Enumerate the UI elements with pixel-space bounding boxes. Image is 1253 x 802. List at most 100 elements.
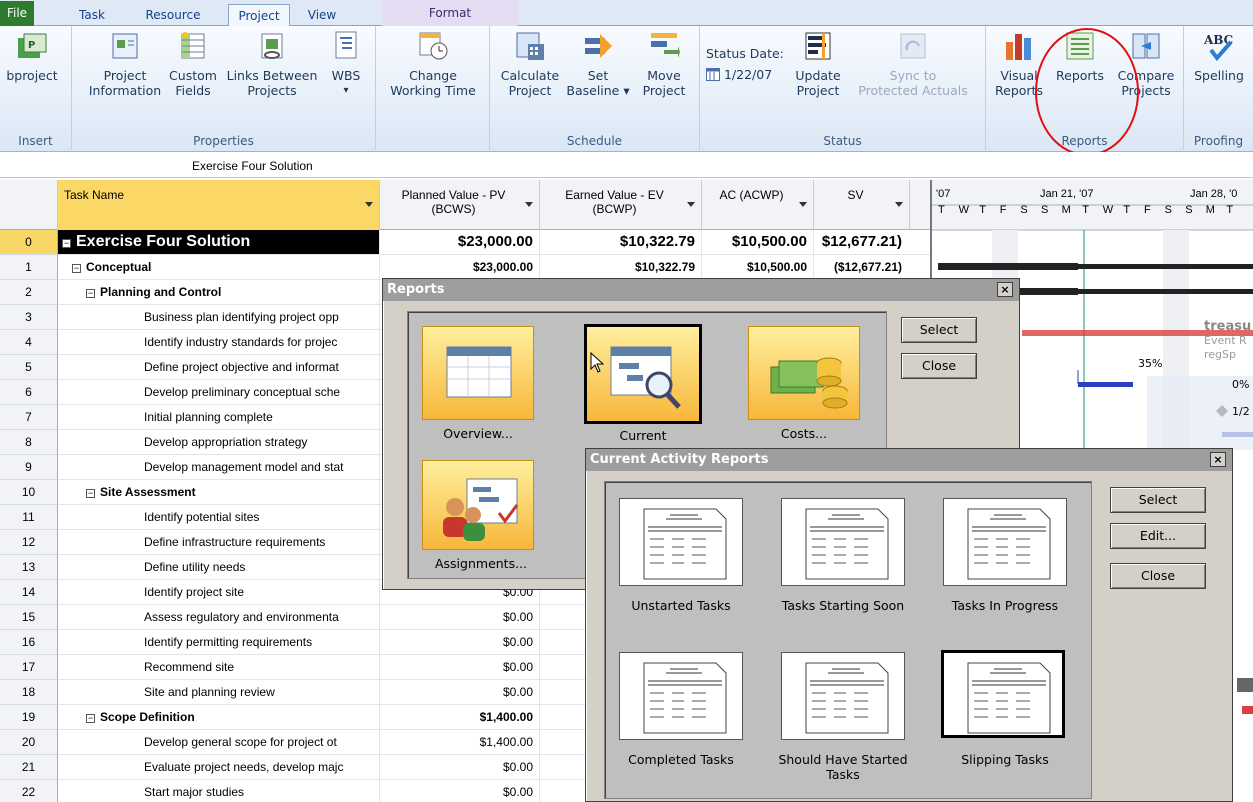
row-number[interactable]: 0: [0, 230, 58, 255]
task-name-cell[interactable]: Define infrastructure requirements: [58, 530, 380, 554]
row-number[interactable]: 5: [0, 355, 58, 380]
tab-view[interactable]: View: [298, 4, 346, 26]
row-number[interactable]: 11: [0, 505, 58, 530]
task-name-cell[interactable]: Define utility needs: [58, 555, 380, 579]
pv-cell[interactable]: $0.00: [380, 630, 540, 654]
task-name-cell[interactable]: Evaluate project needs, develop majc: [58, 755, 380, 779]
column-schedule-variance[interactable]: SV: [814, 180, 910, 230]
row-number[interactable]: 10: [0, 480, 58, 505]
report-tile-completed-tasks[interactable]: [619, 652, 743, 740]
select-all-corner[interactable]: [0, 180, 58, 230]
report-tile-tasks-starting-soon[interactable]: [781, 498, 905, 586]
filter-dropdown-icon[interactable]: [687, 202, 695, 207]
row-number[interactable]: 14: [0, 580, 58, 605]
current-close-button[interactable]: Close: [1110, 563, 1206, 589]
ac-cell[interactable]: $10,500.00: [702, 255, 814, 279]
row-number[interactable]: 8: [0, 430, 58, 455]
ev-cell[interactable]: $10,322.79: [540, 255, 702, 279]
set-baseline-button[interactable]: Set Baseline ▾: [566, 30, 630, 98]
report-tile-should-have-started-tasks[interactable]: [781, 652, 905, 740]
task-name-cell[interactable]: Define project objective and informat: [58, 355, 380, 379]
row-number[interactable]: 19: [0, 705, 58, 730]
task-name-cell[interactable]: Identify industry standards for projec: [58, 330, 380, 354]
task-name-cell[interactable]: Initial planning complete: [58, 405, 380, 429]
column-earned-value[interactable]: Earned Value - EV (BCWP): [540, 180, 702, 230]
wbs-button[interactable]: WBS ▾: [326, 30, 366, 98]
row-number[interactable]: 18: [0, 680, 58, 705]
collapse-icon[interactable]: −: [72, 264, 81, 273]
tab-resource[interactable]: Resource: [136, 4, 210, 26]
filter-dropdown-icon[interactable]: [365, 202, 373, 207]
calculate-project-button[interactable]: Calculate Project: [498, 30, 562, 98]
task-name-cell[interactable]: Business plan identifying project opp: [58, 305, 380, 329]
row-number[interactable]: 7: [0, 405, 58, 430]
tab-format[interactable]: Format: [382, 0, 518, 26]
reports-dialog-close-icon[interactable]: ×: [997, 282, 1013, 297]
current-edit-button[interactable]: Edit...: [1110, 523, 1206, 549]
pv-cell[interactable]: $1,400.00: [380, 730, 540, 754]
row-number[interactable]: 3: [0, 305, 58, 330]
filter-dropdown-icon[interactable]: [525, 202, 533, 207]
row-number[interactable]: 17: [0, 655, 58, 680]
current-activity-close-icon[interactable]: ×: [1210, 452, 1226, 467]
collapse-icon[interactable]: −: [86, 489, 95, 498]
reports-close-button[interactable]: Close: [901, 353, 977, 379]
pv-cell[interactable]: $1,400.00: [380, 705, 540, 729]
pv-cell[interactable]: $23,000.00: [380, 230, 540, 254]
report-tile-tasks-in-progress[interactable]: [943, 498, 1067, 586]
row-number[interactable]: 22: [0, 780, 58, 802]
pv-cell[interactable]: $0.00: [380, 655, 540, 679]
task-name-cell[interactable]: − Exercise Four Solution: [58, 230, 380, 254]
collapse-icon[interactable]: −: [62, 239, 71, 248]
row-number[interactable]: 4: [0, 330, 58, 355]
spelling-button[interactable]: ABC Spelling: [1188, 30, 1250, 83]
sv-cell[interactable]: $12,677.21): [814, 230, 906, 254]
row-number[interactable]: 9: [0, 455, 58, 480]
links-between-projects-button[interactable]: Links Between Projects: [222, 30, 322, 98]
tab-file[interactable]: File: [0, 1, 34, 26]
row-number[interactable]: 12: [0, 530, 58, 555]
report-tile-overview[interactable]: [422, 326, 534, 420]
task-name-cell[interactable]: − Scope Definition: [58, 705, 380, 729]
row-number[interactable]: 1: [0, 255, 58, 280]
update-project-button[interactable]: Update Project: [790, 30, 846, 98]
report-tile-assignments[interactable]: [422, 460, 534, 550]
pv-cell[interactable]: $0.00: [380, 680, 540, 704]
task-name-cell[interactable]: Identify permitting requirements: [58, 630, 380, 654]
row-number[interactable]: 21: [0, 755, 58, 780]
report-tile-unstarted-tasks[interactable]: [619, 498, 743, 586]
custom-fields-button[interactable]: Custom Fields: [168, 30, 218, 98]
task-name-cell[interactable]: Identify potential sites: [58, 505, 380, 529]
report-tile-current[interactable]: [584, 324, 702, 424]
collapse-icon[interactable]: −: [86, 714, 95, 723]
task-name-cell[interactable]: Identify project site: [58, 580, 380, 604]
task-name-cell[interactable]: Site and planning review: [58, 680, 380, 704]
column-planned-value[interactable]: Planned Value - PV (BCWS): [380, 180, 540, 230]
task-name-cell[interactable]: − Planning and Control: [58, 280, 380, 304]
row-number[interactable]: 15: [0, 605, 58, 630]
sync-protected-actuals-button[interactable]: Sync to Protected Actuals: [848, 30, 978, 98]
report-tile-slipping-tasks[interactable]: [941, 650, 1065, 738]
project-information-button[interactable]: Project Information: [82, 30, 168, 98]
task-name-cell[interactable]: − Conceptual: [58, 255, 380, 279]
task-name-cell[interactable]: Develop general scope for project ot: [58, 730, 380, 754]
tab-project[interactable]: Project: [228, 4, 290, 27]
filter-dropdown-icon[interactable]: [895, 202, 903, 207]
subproject-button[interactable]: P bproject: [2, 30, 62, 83]
task-name-cell[interactable]: Develop preliminary conceptual sche: [58, 380, 380, 404]
column-task-name[interactable]: Task Name: [58, 180, 380, 230]
reports-select-button[interactable]: Select: [901, 317, 977, 343]
filter-dropdown-icon[interactable]: [799, 202, 807, 207]
ev-cell[interactable]: $10,322.79: [540, 230, 702, 254]
row-number[interactable]: 2: [0, 280, 58, 305]
row-number[interactable]: 6: [0, 380, 58, 405]
status-date-field[interactable]: 1/22/07: [706, 67, 772, 82]
row-number[interactable]: 16: [0, 630, 58, 655]
task-name-cell[interactable]: Recommend site: [58, 655, 380, 679]
task-name-cell[interactable]: Develop appropriation strategy: [58, 430, 380, 454]
row-number[interactable]: 20: [0, 730, 58, 755]
move-project-button[interactable]: Move Project: [636, 30, 692, 98]
sv-cell[interactable]: ($12,677.21): [814, 255, 906, 279]
task-name-cell[interactable]: Develop management model and stat: [58, 455, 380, 479]
ac-cell[interactable]: $10,500.00: [702, 230, 814, 254]
